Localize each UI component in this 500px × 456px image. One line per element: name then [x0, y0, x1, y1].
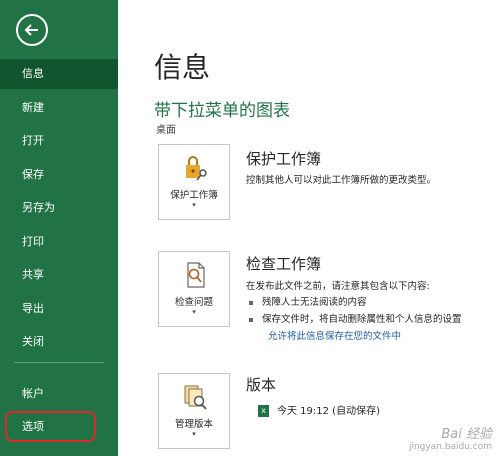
protect-workbook-button[interactable]: 保护工作簿 ▾ — [158, 144, 230, 220]
page-title: 信息 — [154, 51, 211, 84]
nav-item-print[interactable]: 打印 — [0, 227, 118, 257]
inspect-section-title: 检查工作簿 — [246, 255, 322, 273]
excel-file-icon: x — [258, 405, 269, 417]
inspect-section-desc: 在发布此文件之前，请注意其包含以下内容: — [246, 281, 430, 292]
chevron-down-icon: ▾ — [192, 308, 196, 316]
inspect-bullet: 保存文件时，将自动删除属性和个人信息的设置 — [249, 311, 462, 325]
chevron-down-icon: ▾ — [192, 430, 196, 438]
nav-item-close[interactable]: 关闭 — [0, 327, 118, 357]
document-title: 带下拉菜单的图表 — [154, 101, 290, 121]
info-panel: 信息 带下拉菜单的图表 桌面 保护工作簿 ▾ 保护工作簿 控制其他人可以对此工作… — [118, 0, 500, 456]
protect-tile-label: 保护工作簿 — [170, 190, 218, 201]
nav-divider — [14, 362, 104, 363]
nav-item-open[interactable]: 打开 — [0, 126, 118, 156]
versions-section-title: 版本 — [246, 376, 277, 394]
chevron-down-icon: ▾ — [192, 201, 196, 209]
nav-item-new[interactable]: 新建 — [0, 93, 118, 123]
check-issues-tile-label: 检查问题 — [174, 297, 213, 308]
lock-key-icon — [186, 156, 207, 181]
nav-item-save-as[interactable]: 另存为 — [0, 193, 118, 223]
protect-section-desc: 控制其他人可以对此工作簿所做的更改类型。 — [246, 175, 437, 186]
nav-item-info[interactable]: 信息 — [0, 59, 118, 89]
backstage-sidebar: 信息 新建 打开 保存 另存为 打印 共享 导出 关闭 帐户 选项 — [0, 0, 118, 456]
back-button[interactable] — [16, 14, 48, 46]
manage-versions-tile-label: 管理版本 — [174, 419, 213, 430]
options-highlight-box — [5, 411, 96, 442]
watermark: Bai 经验 jingyan.baidu.com — [408, 427, 492, 452]
version-entry[interactable]: x 今天 19:12 (自动保存) — [258, 402, 380, 417]
manage-versions-button[interactable]: 管理版本 ▾ — [158, 373, 230, 449]
allow-save-info-link[interactable]: 允许将此信息保存在您的文件中 — [268, 328, 401, 342]
inspect-bullet: 残障人士无法阅读的内容 — [249, 294, 367, 308]
protect-section-title: 保护工作簿 — [246, 150, 322, 168]
nav-item-share[interactable]: 共享 — [0, 260, 118, 290]
nav-item-export[interactable]: 导出 — [0, 294, 118, 324]
back-arrow-icon — [24, 24, 38, 36]
check-issues-button[interactable]: 检查问题 ▾ — [158, 251, 230, 327]
nav-item-save[interactable]: 保存 — [0, 160, 118, 190]
inspect-document-icon — [187, 262, 205, 288]
nav-item-account[interactable]: 帐户 — [0, 379, 118, 409]
document-path: 桌面 — [156, 125, 176, 136]
manage-versions-icon — [184, 385, 207, 410]
